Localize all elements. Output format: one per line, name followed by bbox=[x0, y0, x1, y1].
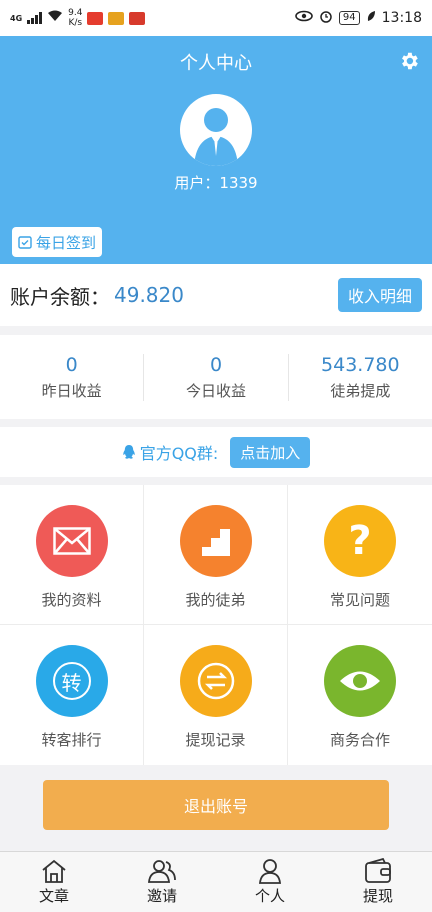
question-icon: ? bbox=[324, 505, 396, 577]
income-detail-button[interactable]: 收入明细 bbox=[337, 278, 422, 312]
people-icon bbox=[148, 860, 176, 883]
stat-apprentice-commission: 543.780 徒弟提成 bbox=[289, 354, 432, 401]
network-type: 4G bbox=[10, 13, 23, 23]
stat-value: 0 bbox=[209, 353, 223, 376]
feature-grid: 我的资料 我的徒弟 ? 常见问题 转 转客排行 提现记录 商务合作 bbox=[0, 485, 432, 765]
nav-label: 邀请 bbox=[146, 887, 177, 905]
bottom-navigation: 文章 邀请 个人 提现 bbox=[0, 851, 432, 912]
stairs-icon bbox=[179, 505, 252, 577]
stat-label: 昨日收益 bbox=[41, 381, 102, 400]
account-balance-row: 账户余额： 49.820 收入明细 bbox=[0, 264, 432, 326]
qq-group-label: 官方QQ群: bbox=[139, 444, 219, 463]
zhuan-icon: 转 bbox=[35, 645, 108, 717]
stat-value: 543.780 bbox=[321, 353, 400, 376]
app-notification-icon bbox=[129, 11, 146, 25]
nav-item-withdraw[interactable]: 提现 bbox=[324, 852, 432, 912]
grid-item-label: 提现记录 bbox=[185, 731, 246, 749]
username: 用户：1339 bbox=[174, 174, 258, 192]
alarm-icon bbox=[319, 9, 333, 27]
grid-item-label: 商务合作 bbox=[329, 731, 390, 749]
page-title: 个人中心 bbox=[180, 53, 252, 74]
stat-today: 0 今日收益 bbox=[144, 353, 289, 401]
nav-label: 文章 bbox=[38, 887, 69, 905]
grid-item-label: 转客排行 bbox=[41, 731, 102, 749]
balance-value: 49.820 bbox=[114, 283, 184, 307]
nav-item-invite[interactable]: 邀请 bbox=[108, 852, 216, 912]
logout-button[interactable]: 退出账号 bbox=[43, 780, 389, 830]
calendar-check-icon bbox=[18, 236, 32, 249]
settings-gear-icon[interactable] bbox=[398, 50, 420, 72]
join-qq-group-button[interactable]: 点击加入 bbox=[230, 436, 311, 468]
avatar[interactable] bbox=[180, 94, 252, 166]
checkin-label: 每日签到 bbox=[36, 233, 97, 252]
daily-checkin-button[interactable]: 每日签到 bbox=[12, 227, 103, 257]
leaf-icon bbox=[366, 10, 376, 26]
question-glyph: ? bbox=[348, 518, 372, 564]
stat-label: 今日收益 bbox=[185, 381, 246, 400]
mail-icon bbox=[35, 505, 108, 577]
eye-icon bbox=[324, 645, 396, 717]
stat-value: 0 bbox=[65, 353, 78, 376]
grid-item-label: 我的徒弟 bbox=[185, 591, 246, 609]
exchange-icon bbox=[179, 645, 252, 717]
wallet-icon bbox=[365, 858, 391, 883]
person-icon bbox=[259, 859, 281, 884]
grid-item-withdraw-records[interactable]: 提现记录 bbox=[144, 625, 288, 765]
earnings-stats: 0 昨日收益 0 今日收益 543.780 徒弟提成 bbox=[0, 335, 432, 419]
profile-header: 个人中心 用户：1339 每日签到 bbox=[0, 36, 432, 264]
grid-item-label: 我的资料 bbox=[41, 591, 102, 609]
qq-penguin-icon bbox=[122, 445, 135, 459]
battery-indicator: 94 bbox=[338, 11, 360, 25]
grid-item-my-profile[interactable]: 我的资料 bbox=[0, 485, 144, 625]
stat-label: 徒弟提成 bbox=[330, 381, 391, 400]
clock: 13:18 bbox=[381, 10, 422, 26]
grid-item-label: 常见问题 bbox=[329, 591, 390, 609]
nav-item-profile[interactable]: 个人 bbox=[216, 852, 324, 912]
grid-item-my-apprentices[interactable]: 我的徒弟 bbox=[144, 485, 288, 625]
eye-comfort-icon bbox=[295, 10, 313, 26]
status-bar: 4G 9.4 K/s 94 13:18 bbox=[0, 0, 432, 36]
app-notification-icon bbox=[108, 11, 125, 25]
qq-group-row: 官方QQ群: 点击加入 bbox=[0, 427, 432, 477]
signal-icon bbox=[27, 12, 43, 24]
nav-label: 个人 bbox=[254, 887, 285, 905]
nav-label: 提现 bbox=[362, 887, 393, 905]
grid-item-share-ranking[interactable]: 转 转客排行 bbox=[0, 625, 144, 765]
grid-item-business-cooperation[interactable]: 商务合作 bbox=[288, 625, 432, 765]
grid-item-faq[interactable]: ? 常见问题 bbox=[288, 485, 432, 625]
stat-yesterday: 0 昨日收益 bbox=[0, 353, 145, 401]
balance-label: 账户余额： bbox=[10, 284, 110, 309]
app-notification-icon bbox=[87, 11, 104, 25]
home-icon bbox=[42, 859, 66, 883]
network-speed: 9.4 K/s bbox=[68, 8, 83, 28]
wifi-icon bbox=[47, 10, 63, 26]
nav-item-articles[interactable]: 文章 bbox=[0, 852, 108, 912]
zhuan-glyph: 转 bbox=[52, 662, 91, 700]
